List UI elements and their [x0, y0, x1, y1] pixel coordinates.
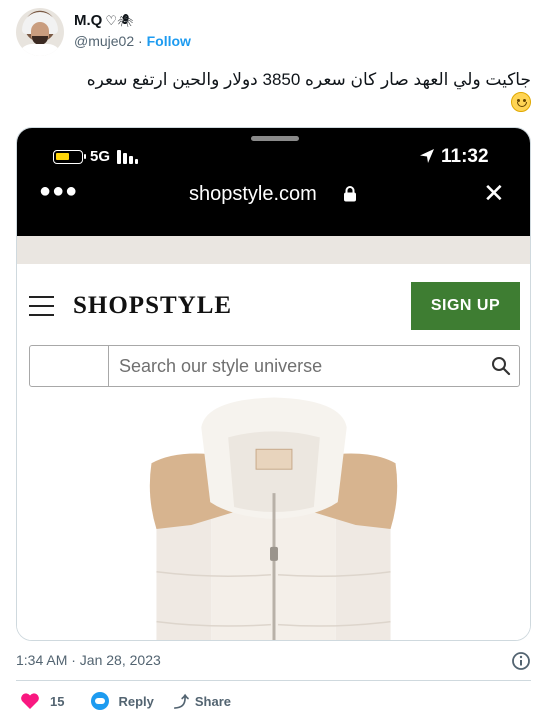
- reply-icon[interactable]: [90, 691, 110, 710]
- phone-browser-chrome: 5G 11:32 ●●● shopstyle.com ✕: [17, 128, 530, 236]
- search-category-select: [30, 346, 109, 386]
- sheet-grabber: [251, 136, 299, 141]
- follow-button[interactable]: Follow: [147, 33, 191, 49]
- signal-bars-icon: [117, 150, 143, 164]
- tweet-text: جاكيت ولي العهد صار كان سعره 3850 دولار …: [16, 68, 531, 114]
- signup-button: SIGN UP: [411, 282, 520, 330]
- site-logo: SHOPSTYLE: [73, 292, 233, 319]
- reply-label[interactable]: Reply: [118, 694, 153, 709]
- product-vest-image: [17, 397, 530, 640]
- like-count[interactable]: 15: [50, 694, 64, 709]
- status-time: 11:32: [441, 146, 489, 167]
- tweet-timestamp[interactable]: 1:34 AM · Jan 28, 2023: [16, 652, 161, 668]
- author-name[interactable]: M.Q ♡🕷: [74, 12, 134, 29]
- action-bar: 15 Reply ⤴ Share: [16, 690, 531, 710]
- avatar[interactable]: [16, 8, 64, 56]
- search-placeholder: Search our style universe: [119, 356, 323, 376]
- share-icon[interactable]: ⤴: [174, 691, 189, 710]
- author-emoji: ♡🕷: [105, 12, 134, 28]
- heart-icon[interactable]: [20, 692, 40, 710]
- network-label: 5G: [90, 148, 111, 165]
- smiling-face-icon: [511, 92, 531, 112]
- search-icon: [492, 357, 511, 376]
- lock-icon: [344, 186, 356, 202]
- close-icon: ✕: [483, 178, 505, 208]
- tweet-image[interactable]: 5G 11:32 ●●● shopstyle.com ✕ SHOPSTYLE S…: [16, 127, 531, 641]
- tweet-text-body: جاكيت ولي العهد صار كان سعره 3850 دولار …: [86, 70, 531, 89]
- author-handle-line: @muje02 · Follow: [74, 33, 191, 49]
- hamburger-menu-icon: [29, 296, 54, 316]
- location-arrow-icon: [420, 149, 434, 163]
- site-search-bar: Search our style universe: [29, 345, 520, 387]
- share-label[interactable]: Share: [195, 694, 231, 709]
- browser-url: shopstyle.com: [189, 183, 317, 205]
- author-name-text[interactable]: M.Q: [74, 12, 102, 29]
- tweet-header: M.Q ♡🕷 @muje02 · Follow: [16, 6, 531, 56]
- divider: [16, 680, 531, 681]
- info-icon[interactable]: [511, 651, 531, 671]
- more-dots-icon: ●●●: [39, 180, 79, 202]
- shopstyle-page: SHOPSTYLE SIGN UP Search our style unive…: [17, 264, 530, 640]
- battery-icon: [53, 150, 86, 164]
- separator-dot: ·: [138, 33, 147, 49]
- author-handle[interactable]: @muje02: [74, 33, 134, 49]
- page-top-strip: [17, 236, 530, 264]
